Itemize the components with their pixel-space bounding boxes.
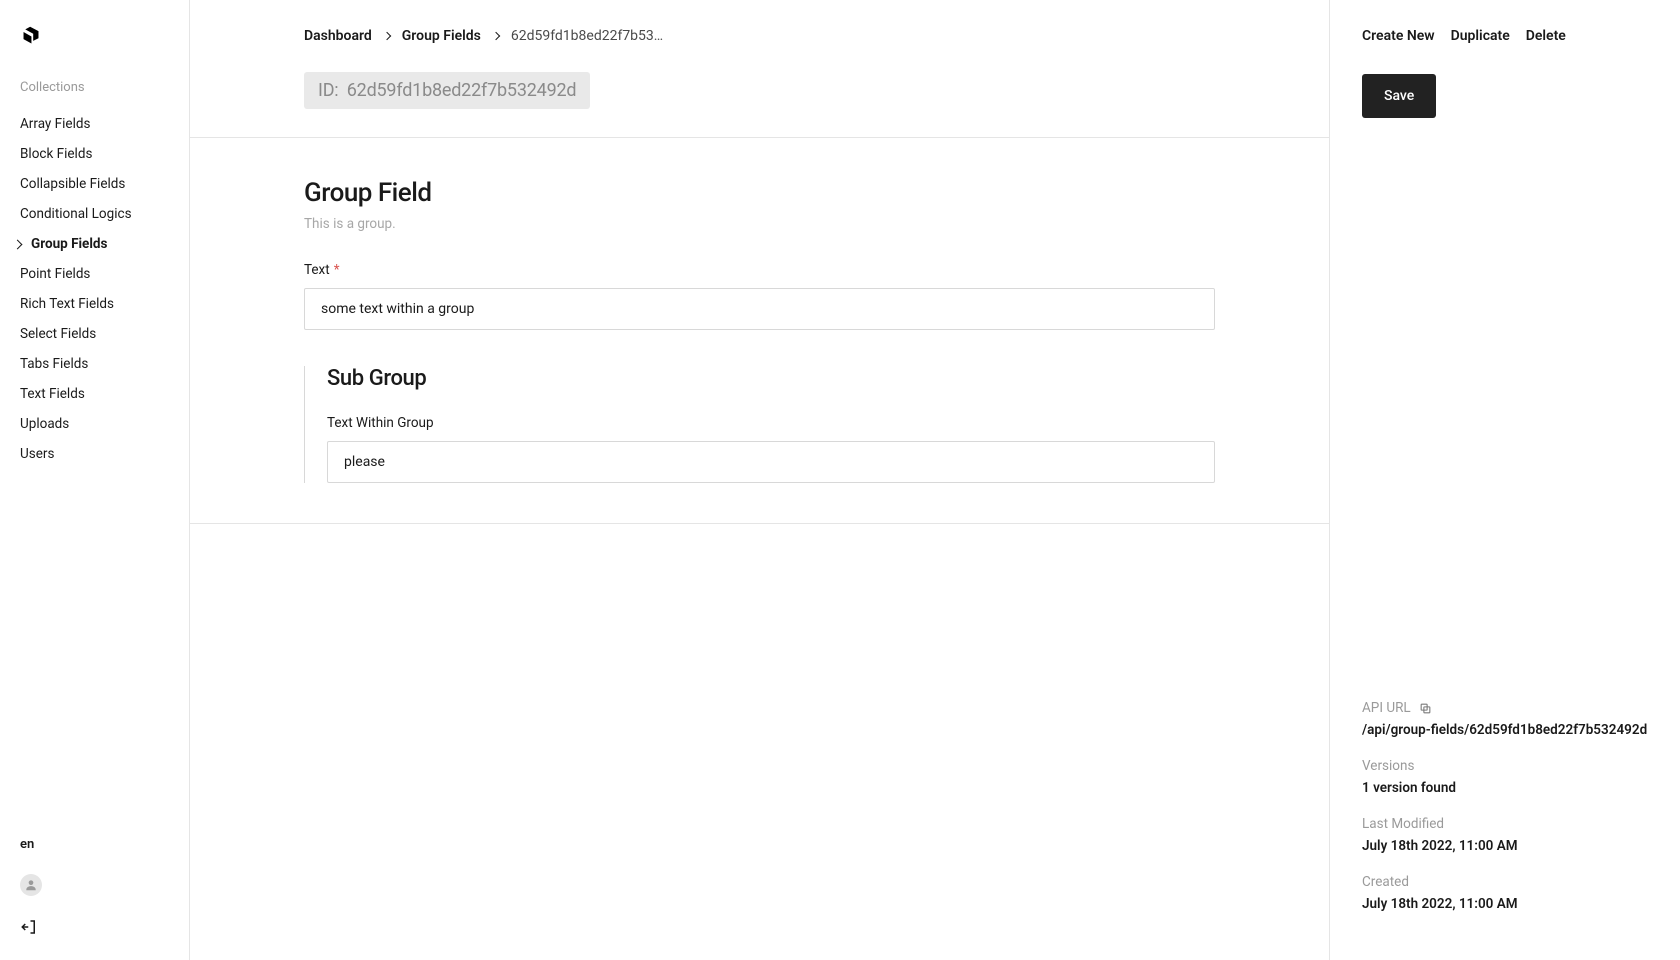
user-avatar[interactable] (20, 874, 42, 896)
breadcrumb: Dashboard Group Fields 62d59fd1b8ed22f7b… (304, 28, 663, 44)
created-label: Created (1362, 874, 1648, 890)
sidebar-item-select-fields[interactable]: Select Fields (0, 319, 189, 349)
sidebar-item-label: Conditional Logics (20, 206, 132, 222)
sidebar-item-label: Rich Text Fields (20, 296, 114, 312)
sidebar-item-label: Collapsible Fields (20, 176, 125, 192)
sub-group: Sub Group Text Within Group (304, 366, 1215, 483)
locale-selector[interactable]: en (20, 837, 169, 852)
chevron-right-icon (492, 32, 500, 40)
group-field-title: Group Field (304, 178, 1215, 208)
last-modified-label: Last Modified (1362, 816, 1648, 832)
sidebar-item-label: Tabs Fields (20, 356, 88, 372)
subgroup-text-field-input[interactable] (327, 441, 1215, 483)
meta-label-text: API URL (1362, 700, 1411, 716)
sidebar-item-group-fields[interactable]: Group Fields (0, 229, 189, 259)
sidebar-section-label: Collections (0, 80, 189, 95)
delete-button[interactable]: Delete (1526, 28, 1566, 44)
subgroup-text-field-label: Text Within Group (327, 415, 1215, 431)
right-rail: Create New Duplicate Delete Save API URL… (1330, 0, 1680, 960)
sidebar-item-text-fields[interactable]: Text Fields (0, 379, 189, 409)
sidebar-item-block-fields[interactable]: Block Fields (0, 139, 189, 169)
breadcrumb-dashboard[interactable]: Dashboard (304, 28, 372, 44)
divider (190, 523, 1329, 524)
logout-icon[interactable] (20, 918, 169, 940)
api-url-value[interactable]: /api/group-fields/62d59fd1b8ed22f7b53249… (1362, 722, 1648, 738)
versions-label: Versions (1362, 758, 1648, 774)
field-label-text: Text (304, 262, 330, 278)
sidebar: Collections Array Fields Block Fields Co… (0, 0, 190, 960)
created-value: July 18th 2022, 11:00 AM (1362, 896, 1648, 912)
sidebar-item-label: Array Fields (20, 116, 90, 132)
breadcrumb-current: 62d59fd1b8ed22f7b53… (511, 28, 663, 44)
sidebar-item-uploads[interactable]: Uploads (0, 409, 189, 439)
breadcrumb-group-fields[interactable]: Group Fields (402, 28, 481, 44)
sidebar-item-label: Users (20, 446, 54, 462)
app-logo[interactable] (0, 24, 189, 48)
required-indicator: * (334, 262, 340, 278)
last-modified-value: July 18th 2022, 11:00 AM (1362, 838, 1648, 854)
sidebar-item-label: Group Fields (31, 236, 107, 252)
sidebar-item-rich-text-fields[interactable]: Rich Text Fields (0, 289, 189, 319)
chevron-right-icon (383, 32, 391, 40)
main-content: Dashboard Group Fields 62d59fd1b8ed22f7b… (190, 0, 1330, 960)
text-field-label: Text* (304, 262, 1215, 278)
sidebar-item-conditional-logics[interactable]: Conditional Logics (0, 199, 189, 229)
sidebar-item-label: Uploads (20, 416, 69, 432)
sidebar-item-label: Text Fields (20, 386, 85, 402)
sidebar-item-array-fields[interactable]: Array Fields (0, 109, 189, 139)
document-meta: API URL /api/group-fields/62d59fd1b8ed22… (1362, 700, 1648, 932)
text-field-input[interactable] (304, 288, 1215, 330)
sidebar-item-collapsible-fields[interactable]: Collapsible Fields (0, 169, 189, 199)
sidebar-item-label: Point Fields (20, 266, 90, 282)
id-label: ID: (318, 80, 338, 101)
sidebar-item-label: Select Fields (20, 326, 96, 342)
save-button[interactable]: Save (1362, 74, 1436, 118)
sub-group-title: Sub Group (327, 366, 1215, 391)
copy-icon[interactable] (1419, 702, 1432, 715)
sidebar-item-label: Block Fields (20, 146, 92, 162)
api-url-label: API URL (1362, 700, 1648, 716)
id-value: 62d59fd1b8ed22f7b532492d (347, 80, 577, 101)
create-new-button[interactable]: Create New (1362, 28, 1435, 44)
group-field-description: This is a group. (304, 216, 1215, 232)
rail-actions: Create New Duplicate Delete (1362, 28, 1648, 44)
versions-value[interactable]: 1 version found (1362, 780, 1648, 796)
duplicate-button[interactable]: Duplicate (1451, 28, 1510, 44)
sidebar-item-tabs-fields[interactable]: Tabs Fields (0, 349, 189, 379)
sidebar-item-users[interactable]: Users (0, 439, 189, 469)
document-id-pill: ID: 62d59fd1b8ed22f7b532492d (304, 72, 590, 109)
sidebar-nav: Array Fields Block Fields Collapsible Fi… (0, 109, 189, 469)
sidebar-item-point-fields[interactable]: Point Fields (0, 259, 189, 289)
